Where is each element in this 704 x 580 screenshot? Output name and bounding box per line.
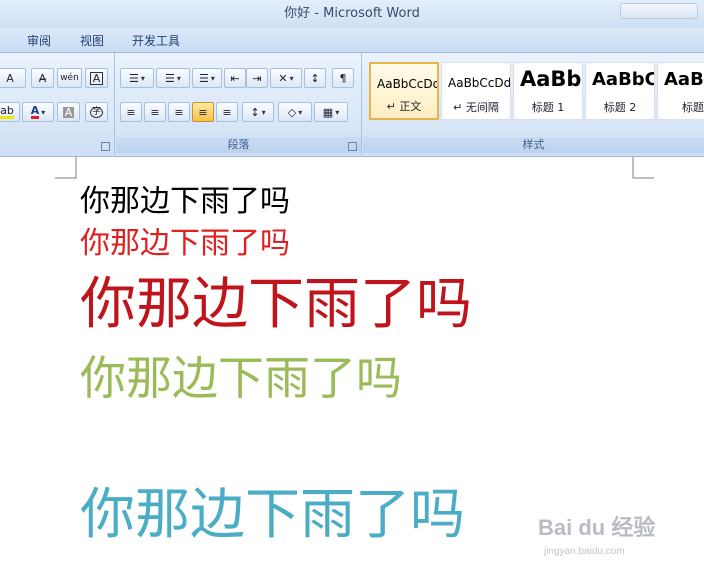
sort-icon: ↕ [310,71,320,85]
style-sample: AaBb [520,67,582,91]
bullets-icon: ☰ [129,71,139,85]
window-title: 你好 - Microsoft Word [284,6,420,21]
ribbon-tabs: 审阅 视图 开发工具 [0,28,704,53]
font-group: A A̶ wén A ab A ▾ A 字 [0,53,115,155]
font-color-icon: A [30,104,40,119]
multilevel-list-button[interactable]: ☰ ▾ [192,68,222,88]
font-dialog-launcher[interactable] [101,142,110,151]
style-sample: AaBbCcDd [448,76,511,90]
multilevel-list-icon: ☰ [199,71,209,85]
enclosed-char-button[interactable]: 字 [85,102,108,122]
justify-icon: ≡ [198,105,208,119]
watermark-url: jingyan.baidu.com [544,546,625,557]
style-name: 标题 1 [531,101,565,114]
chinese-layout-button[interactable]: ✕ ▾ [270,68,302,88]
grow-font-button[interactable]: A [0,68,26,88]
font-color-button[interactable]: A ▾ [22,102,54,122]
highlight-button[interactable]: ab [0,102,20,122]
enclosed-char-icon: 字 [89,106,103,118]
align-right-icon: ≡ [174,105,184,119]
decrease-indent-icon: ⇤ [230,71,240,85]
style-sample: AaBbC [592,69,655,90]
crop-mark-left [55,157,77,179]
bullets-button[interactable]: ☰ ▾ [120,68,154,88]
style-sample: AaBl [664,69,704,90]
styles-group-label: 样式 [363,137,704,153]
text-line[interactable]: 你那边下雨了吗 [80,277,472,333]
paragraph-dialog-launcher[interactable] [348,142,357,151]
distributed-icon: ≡ [222,105,232,119]
style-sample: AaBbCcDd [377,77,439,91]
line-spacing-icon: ↕ [250,105,260,119]
line-spacing-button[interactable]: ↕ ▾ [242,102,274,122]
window-controls[interactable] [620,3,698,19]
shading-icon: ◇ [287,105,297,119]
align-right-button[interactable]: ≡ [168,102,190,122]
clear-format-icon: A̶ [38,71,47,85]
align-left-button[interactable]: ≡ [120,102,142,122]
phonetic-guide-button[interactable]: wén [57,68,82,88]
title-bar: 你好 - Microsoft Word [0,0,704,28]
grow-font-icon: A [6,71,14,85]
chinese-layout-icon: ✕ [278,71,288,85]
tab-review[interactable]: 审阅 [27,32,51,49]
borders-button[interactable]: ▦ ▾ [314,102,348,122]
text-line[interactable]: 你那边下雨了吗 [80,487,465,542]
show-marks-icon: ¶ [339,71,347,85]
align-center-button[interactable]: ≡ [144,102,166,122]
char-shading-button[interactable]: A [57,102,80,122]
tab-developer[interactable]: 开发工具 [132,32,180,49]
show-marks-button[interactable]: ¶ [332,68,354,88]
increase-indent-button[interactable]: ⇥ [246,68,268,88]
style-heading-1[interactable]: AaBb 标题 1 [513,62,583,120]
justify-button[interactable]: ≡ [192,102,214,122]
crop-mark-right [632,157,654,179]
paragraph-group-label: 段落 [116,137,361,153]
shading-button[interactable]: ◇ ▾ [278,102,312,122]
ribbon: A A̶ wén A ab A ▾ A 字 ☰ ▾ ☰ ▾ ☰ ▾ ⇤ ⇥ ✕ … [0,53,704,157]
align-left-icon: ≡ [126,105,136,119]
text-line[interactable]: 你那边下雨了吗 [80,229,290,259]
style-name: 标题 2 [603,101,637,114]
clear-format-button[interactable]: A̶ [31,68,54,88]
tab-view[interactable]: 视图 [80,32,104,49]
text-line[interactable]: 你那边下雨了吗 [80,187,290,217]
watermark-logo: Bai du 经验 [538,515,656,540]
style-no-spacing[interactable]: AaBbCcDd ↵ 无间隔 [441,62,511,120]
increase-indent-icon: ⇥ [252,71,262,85]
baidu-watermark: Bai du 经验 jingyan.baidu.com [538,510,668,566]
style-name: 标题 [682,101,704,114]
highlight-icon: ab [0,104,14,119]
paragraph-group: ☰ ▾ ☰ ▾ ☰ ▾ ⇤ ⇥ ✕ ▾ ↕ ¶ ≡ ≡ ≡ ≡ ≡ ↕ ▾ ◇ … [116,53,362,155]
char-border-button[interactable]: A [85,68,108,88]
char-shading-icon: A [62,105,75,119]
style-normal[interactable]: AaBbCcDd ↵ 正文 [369,62,439,120]
decrease-indent-button[interactable]: ⇤ [224,68,246,88]
style-name: ↵ 正文 [386,100,422,113]
style-title[interactable]: AaBl 标题 [657,62,704,120]
borders-icon: ▦ [322,105,334,119]
align-center-icon: ≡ [150,105,160,119]
phonetic-guide-icon: wén [60,72,79,83]
numbering-icon: ☰ [165,71,175,85]
style-name: ↵ 无间隔 [453,101,499,114]
char-border-icon: A [89,71,104,85]
document-page[interactable]: 你那边下雨了吗 你那边下雨了吗 你那边下雨了吗 你那边下雨了吗 你那边下雨了吗 … [0,157,704,580]
style-heading-2[interactable]: AaBbC 标题 2 [585,62,655,120]
numbering-button[interactable]: ☰ ▾ [156,68,190,88]
text-line[interactable]: 你那边下雨了吗 [80,355,402,401]
sort-button[interactable]: ↕ [304,68,326,88]
distributed-button[interactable]: ≡ [216,102,238,122]
styles-group: AaBbCcDd ↵ 正文 AaBbCcDd ↵ 无间隔 AaBb 标题 1 A… [363,53,704,155]
